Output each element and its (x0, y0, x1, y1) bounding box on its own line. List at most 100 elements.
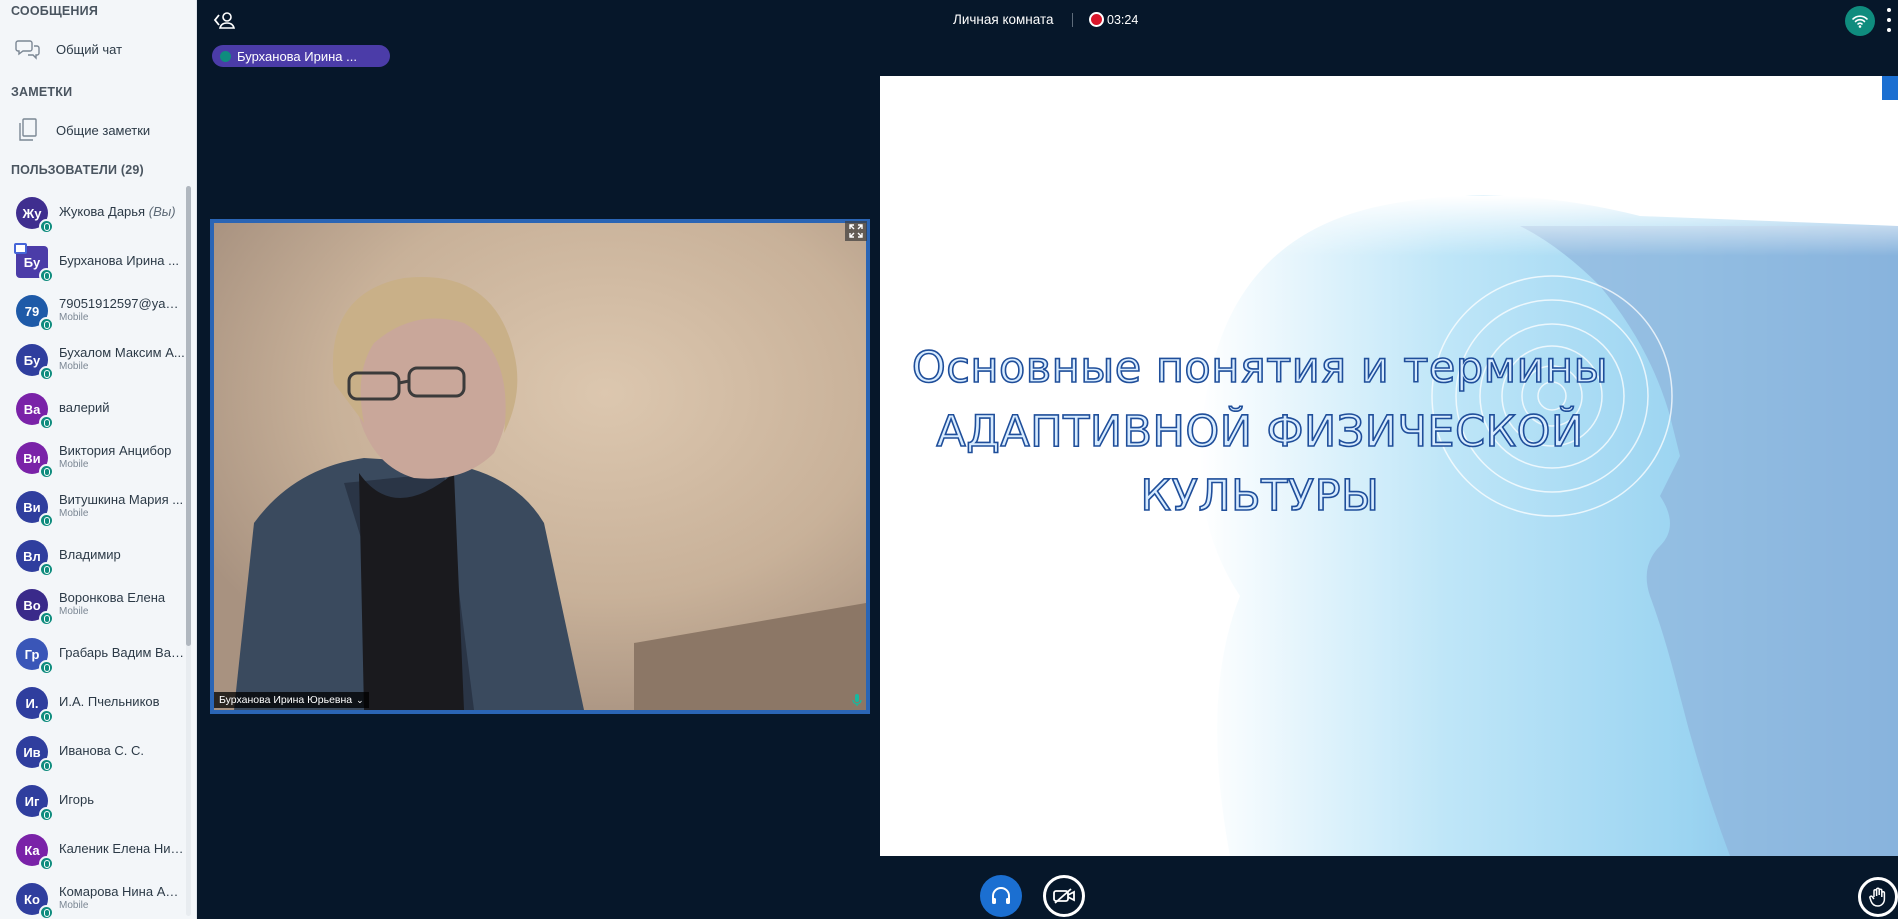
fullscreen-button[interactable] (845, 221, 867, 241)
user-list-item[interactable]: Гр Грабарь Вадим Вал... (0, 628, 186, 677)
user-name-text: 79051912597@yande... (59, 296, 185, 311)
connection-status-button[interactable] (1845, 6, 1875, 36)
recording-time: 03:24 (1107, 12, 1139, 27)
user-info: Виктория Анцибор Mobile (59, 432, 185, 481)
user-name: Владимир (59, 547, 185, 562)
shared-notes-label: Общие заметки (56, 122, 151, 138)
user-info: Воронкова Елена Mobile (59, 579, 185, 628)
mic-status-icon (39, 464, 54, 479)
presentation-slide[interactable]: Основные понятия и термины АДАПТИВНОЙ ФИ… (880, 76, 1898, 856)
user-client-type: Mobile (59, 606, 89, 617)
user-name-text: Бухалом Максим А... (59, 345, 185, 360)
dot-icon (1887, 28, 1891, 32)
audio-button[interactable] (980, 875, 1022, 917)
mic-status-icon (39, 905, 54, 919)
user-client-type: Mobile (59, 459, 89, 470)
mic-status-icon (39, 317, 54, 332)
user-info: Бурханова Ирина ... (59, 236, 185, 285)
mic-status-icon (39, 268, 54, 283)
user-name: Иванова С. С. (59, 743, 185, 758)
user-name: Бухалом Максим А... (59, 345, 185, 360)
users-section-title: ПОЛЬЗОВАТЕЛИ (29) (11, 163, 144, 177)
notes-section-title: ЗАМЕТКИ (11, 85, 73, 99)
current-talker-indicator[interactable]: Бурханова Ирина ... (212, 45, 390, 67)
user-name: Бурханова Ирина ... (59, 253, 185, 268)
options-menu-button[interactable] (1886, 8, 1892, 32)
user-info: Жукова Дарья (Вы) (59, 187, 185, 236)
shared-notes-item[interactable]: Общие заметки (0, 110, 196, 150)
user-list-item[interactable]: Ви Виктория Анцибор Mobile (0, 432, 186, 481)
chevron-left-user-icon (213, 12, 236, 29)
mic-status-icon (39, 611, 54, 626)
webcam-mic-icon (851, 693, 863, 707)
user-client-type: Mobile (59, 312, 89, 323)
user-list-item[interactable]: 79 79051912597@yande... Mobile (0, 285, 186, 334)
user-name: Виктория Анцибор (59, 443, 185, 458)
messages-section-title: СООБЩЕНИЯ (11, 4, 99, 18)
recording-indicator[interactable]: 03:24 (1089, 12, 1138, 27)
app-window: СООБЩЕНИЯ Общий чат ЗАМЕТКИ Общие заметк… (0, 0, 1898, 919)
user-list-scrollbar-thumb[interactable] (186, 186, 191, 646)
user-name: И.А. Пчельников (59, 694, 185, 709)
mic-status-icon (39, 660, 54, 675)
headphones-icon (992, 887, 1010, 904)
webcam-video[interactable] (210, 219, 870, 714)
user-info: И.А. Пчельников (59, 677, 185, 726)
chevron-down-icon: ⌄ (356, 694, 364, 705)
user-list-item[interactable]: Иг Игорь (0, 775, 186, 824)
public-chat-item[interactable]: Общий чат (0, 29, 196, 69)
user-client-type: Mobile (59, 508, 89, 519)
user-list-item[interactable]: Ва валерий (0, 383, 186, 432)
user-info: Игорь (59, 775, 185, 824)
dot-icon (1887, 8, 1891, 12)
user-list-item[interactable]: Вл Владимир (0, 530, 186, 579)
user-info: Каленик Елена Ник... (59, 824, 185, 873)
user-info: Иванова С. С. (59, 726, 185, 775)
user-list-item[interactable]: Во Воронкова Елена Mobile (0, 579, 186, 628)
mic-status-icon (39, 513, 54, 528)
user-name-text: Жукова Дарья (59, 204, 146, 219)
user-name-text: Грабарь Вадим Вал... (59, 645, 185, 660)
user-list-item[interactable]: Бу Бурханова Ирина ... (0, 236, 186, 285)
mic-status-icon (39, 366, 54, 381)
user-list-item[interactable]: Ко Комарова Нина Ана... Mobile (0, 873, 186, 919)
mic-status-icon (39, 807, 54, 822)
user-list-item[interactable]: Ви Витушкина Мария ... Mobile (0, 481, 186, 530)
user-name: Комарова Нина Ана... (59, 884, 185, 899)
user-name-text: Витушкина Мария ... (59, 492, 184, 507)
user-name: Игорь (59, 792, 185, 807)
user-info: Бухалом Максим А... Mobile (59, 334, 185, 383)
user-list: Жу Жукова Дарья (Вы) Бу Бурханова Ирина ...… (0, 187, 186, 919)
room-title: Личная комната (953, 12, 1054, 27)
mic-status-icon (39, 415, 54, 430)
user-list-item[interactable]: Ка Каленик Елена Ник... (0, 824, 186, 873)
expand-icon (849, 224, 863, 238)
user-client-type: Mobile (59, 900, 89, 911)
mic-status-icon (39, 758, 54, 773)
user-list-item[interactable]: Жу Жукова Дарья (Вы) (0, 187, 186, 236)
user-name-text: Бурханова Ирина ... (59, 253, 179, 268)
user-list-item[interactable]: Ив Иванова С. С. (0, 726, 186, 775)
user-name: Грабарь Вадим Вал... (59, 645, 185, 660)
mic-icon (220, 50, 231, 62)
user-info: Комарова Нина Ана... Mobile (59, 873, 185, 919)
user-name-text: Виктория Анцибор (59, 443, 172, 458)
user-list-item[interactable]: Бу Бухалом Максим А... Mobile (0, 334, 186, 383)
user-name: Каленик Елена Ник... (59, 841, 185, 856)
slide-title-line-2: АДАПТИВНОЙ ФИЗИЧЕСКОЙ (936, 406, 1584, 458)
slide-title-line-1: Основные понятия и термины (911, 342, 1609, 394)
user-name-text: Воронкова Елена (59, 590, 166, 605)
hand-icon (1869, 887, 1886, 907)
webcam-user-label[interactable]: Бурханова Ирина Юрьевна ⌄ (214, 692, 369, 708)
raise-hand-button[interactable] (1858, 877, 1898, 917)
toggle-userlist-button[interactable] (212, 9, 238, 31)
you-marker: (Вы) (148, 204, 176, 219)
current-talker-name: Бурханова Ирина ... (237, 48, 357, 64)
user-list-item[interactable]: И. И.А. Пчельников (0, 677, 186, 726)
video-button[interactable] (1043, 875, 1085, 917)
webcam-user-name: Бурханова Ирина Юрьевна (219, 694, 353, 706)
user-info: Грабарь Вадим Вал... (59, 628, 185, 677)
user-name: Жукова Дарья (Вы) (59, 204, 185, 219)
user-name-text: Игорь (59, 792, 95, 807)
presentation-toolbar-toggle[interactable] (1882, 76, 1898, 100)
